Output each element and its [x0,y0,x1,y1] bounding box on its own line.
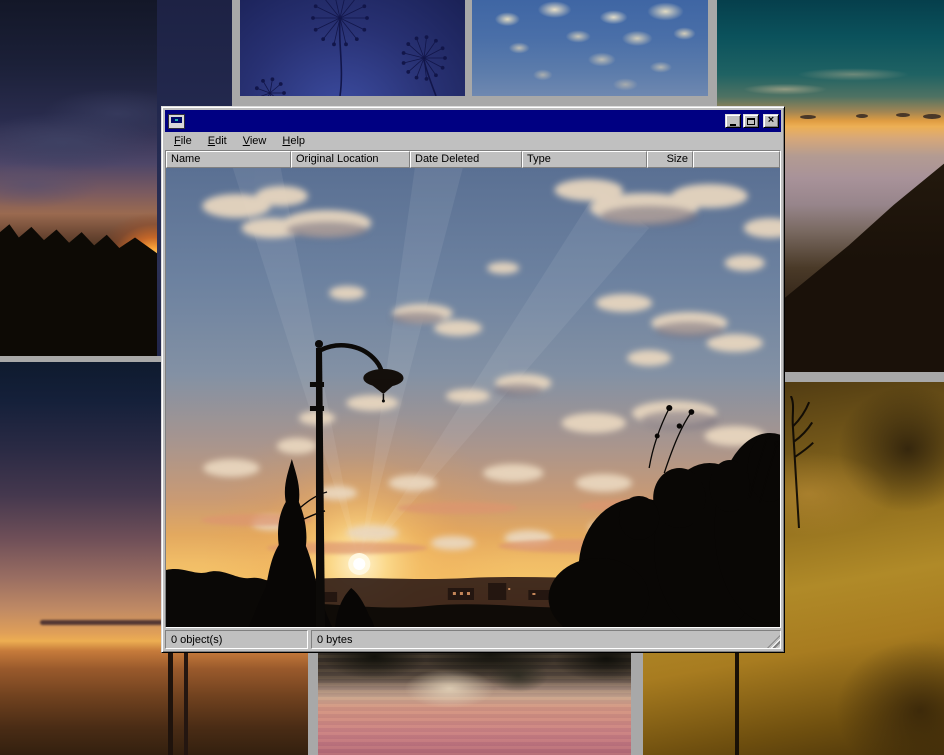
maximize-button[interactable] [743,114,759,128]
wallpaper-photo-sunset-sunburst [0,0,157,356]
title-bar[interactable]: × [165,110,781,132]
file-list-view: Name Original Location Date Deleted Type… [165,150,781,628]
water-pole-silhouette [184,649,188,755]
menu-edit[interactable]: Edit [200,133,235,150]
island-silhouette [896,113,910,117]
column-header-type[interactable]: Type [522,151,647,168]
app-icon-pixel [175,119,178,121]
menu-view[interactable]: View [235,133,275,150]
island-silhouette [856,114,868,118]
column-header-row: Name Original Location Date Deleted Type… [166,151,780,168]
column-header-date-deleted[interactable]: Date Deleted [410,151,522,168]
status-size-panel: 0 bytes [311,630,781,649]
app-icon[interactable] [168,114,185,129]
column-header-original-location[interactable]: Original Location [291,151,410,168]
column-header-size[interactable]: Size [647,151,693,168]
wallpaper-photo-shore-reflection [318,648,631,755]
pole-silhouette [735,653,739,755]
menu-bar: File Edit View Help [165,132,781,150]
sunset-street-lamp-photo [166,168,780,627]
island-silhouette [923,114,941,119]
wallpaper-photo-speckled-clouds [472,0,708,96]
water-pole-silhouette [168,645,173,755]
status-size-text: 0 bytes [317,634,352,646]
close-button[interactable]: × [763,114,779,128]
treeline-silhouette [0,224,157,356]
status-bar: 0 object(s) 0 bytes [165,630,781,649]
close-icon: × [768,115,774,126]
island-silhouette [800,115,816,119]
column-header-blank[interactable] [693,151,780,168]
menu-help[interactable]: Help [274,133,313,150]
wallpaper-photo-dried-umbel [240,0,465,96]
maximize-icon [747,118,755,125]
menu-file[interactable]: File [166,133,200,150]
umbel-plant-silhouette [240,0,465,96]
status-objects-text: 0 object(s) [171,634,222,646]
folder-content-area[interactable] [166,168,780,627]
windblown-tree-silhouette [783,396,817,528]
status-objects-panel: 0 object(s) [165,630,308,649]
column-header-name[interactable]: Name [166,151,291,168]
recycle-bin-window: × File Edit View Help Name Original Loca… [161,106,785,653]
minimize-button[interactable] [725,114,741,128]
minimize-icon [730,124,736,126]
